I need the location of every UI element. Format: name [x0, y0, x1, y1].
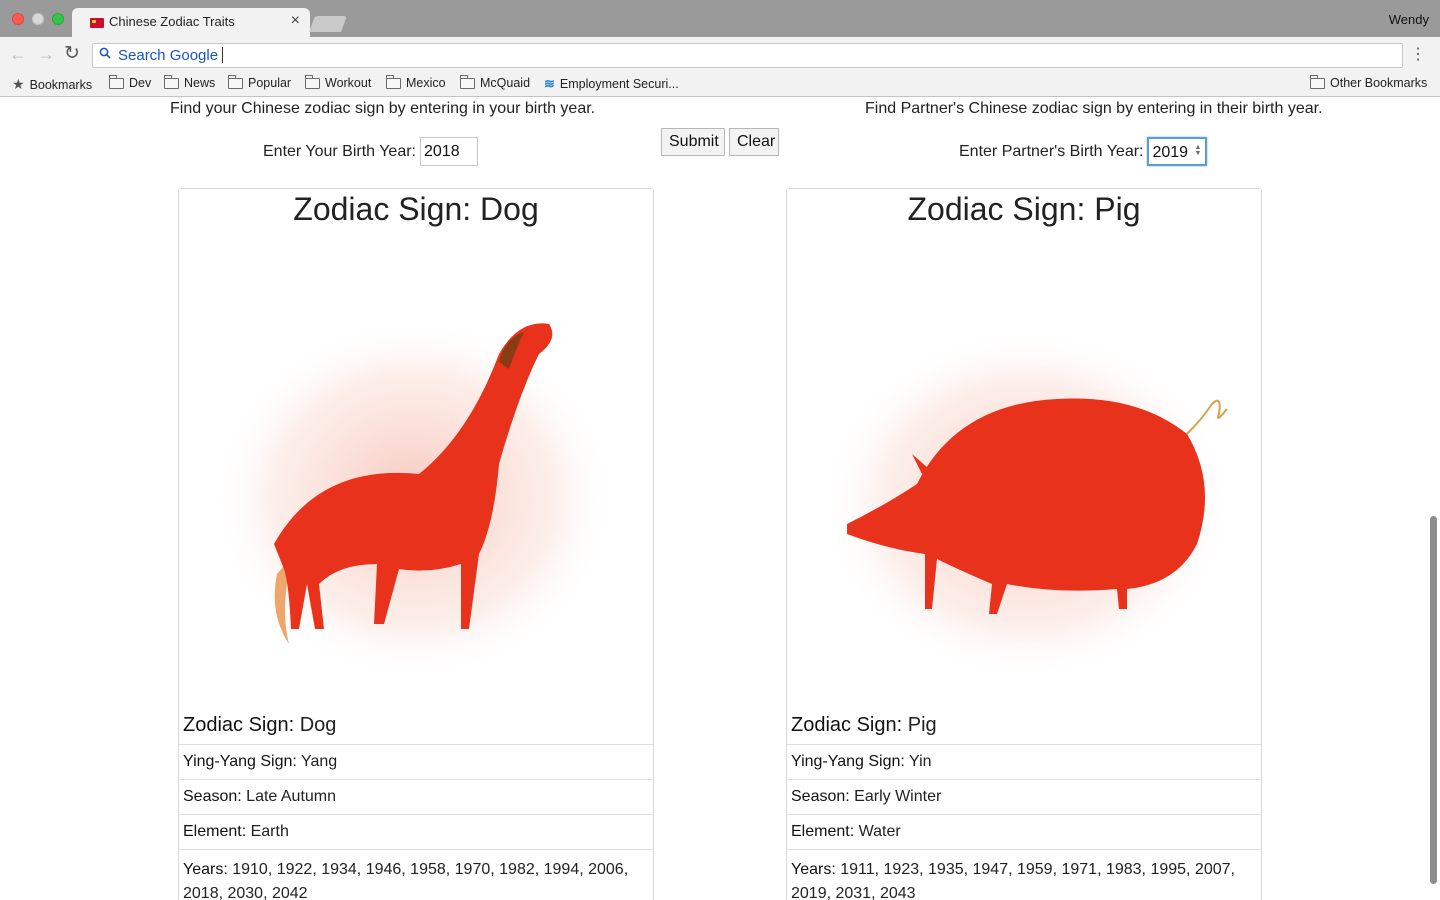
bookmark-employment[interactable]: ≋ Employment Securi... — [544, 76, 679, 92]
bookmark-dev[interactable]: Dev — [109, 74, 152, 90]
browser-titlebar: Chinese Zodiac Traits × Wendy — [0, 0, 1440, 37]
element-label: Element: — [183, 823, 247, 840]
browser-toolbar: ← → ↻ Search Google ⋮ — [0, 37, 1440, 73]
sign-row: Zodiac Sign: Pig — [787, 714, 1261, 745]
bookmark-workout[interactable]: Workout — [305, 74, 372, 90]
bookmark-label: Bookmarks — [29, 77, 93, 92]
season-label: Season: — [183, 788, 242, 805]
bookmark-label: Mexico — [406, 76, 446, 90]
bookmarks-bar: ★ Bookmarks Dev News Popular Workout Mexi… — [0, 73, 1440, 97]
bookmark-mcquaid[interactable]: McQuaid — [460, 74, 531, 90]
folder-icon — [1310, 74, 1325, 89]
number-stepper-icon[interactable]: ▲ ▼ — [1195, 144, 1202, 157]
yin-yang-row: Ying-Yang Sign: Yin — [787, 745, 1261, 780]
sign-value: Dog — [299, 714, 337, 736]
bookmark-label: Workout — [325, 76, 372, 90]
yin-yang-value: Yang — [301, 753, 338, 770]
years-label: Years: — [791, 861, 836, 878]
submit-button[interactable]: Submit — [661, 128, 725, 156]
text-caret — [222, 47, 224, 63]
partner-year-row: Enter Partner's Birth Year: 2019 ▲ ▼ — [959, 137, 1208, 166]
sign-row: Zodiac Sign: Dog — [179, 714, 653, 745]
card-title: Zodiac Sign: Pig — [907, 191, 1141, 227]
search-icon — [99, 47, 111, 59]
profile-name[interactable]: Wendy — [1389, 12, 1429, 27]
bookmark-popular[interactable]: Popular — [228, 74, 292, 90]
yin-yang-label: Ying-Yang Sign: — [791, 753, 905, 770]
sign-label: Zodiac Sign: — [791, 714, 903, 736]
bookmark-news[interactable]: News — [164, 74, 216, 90]
years-value: 1911, 1923, 1935, 1947, 1959, 1971, 1983… — [791, 861, 1235, 900]
yin-yang-label: Ying-Yang Sign: — [183, 753, 297, 770]
zodiac-card-self: Zodiac Sign: Dog Zodiac Sign: Dog Ying-Y… — [178, 188, 654, 900]
element-value: Water — [858, 823, 901, 840]
red-pig-illustration — [822, 329, 1232, 679]
self-year-row: Enter Your Birth Year: 2018 — [263, 137, 478, 166]
element-row: Element: Earth — [179, 815, 653, 850]
folder-icon — [228, 74, 243, 89]
sign-value: Pig — [907, 714, 937, 736]
window-maximize-button[interactable] — [52, 13, 64, 25]
bookmark-label: Dev — [129, 76, 152, 90]
address-bar[interactable]: Search Google — [92, 43, 1403, 68]
yin-yang-value: Yin — [909, 753, 932, 770]
page-scrollbar[interactable] — [1430, 516, 1437, 884]
partner-year-value: 2019 — [1152, 144, 1189, 161]
bookmark-bookmarks[interactable]: ★ Bookmarks — [12, 76, 92, 93]
window-minimize-button[interactable] — [32, 13, 44, 25]
page-content: Find your Chinese zodiac sign by enterin… — [0, 97, 1440, 900]
years-value: 1910, 1922, 1934, 1946, 1958, 1970, 1982… — [183, 861, 629, 900]
clear-button[interactable]: Clear — [729, 128, 779, 156]
folder-icon — [460, 74, 475, 89]
self-year-input[interactable]: 2018 — [420, 137, 478, 166]
folder-icon — [164, 74, 179, 89]
folder-icon — [109, 74, 124, 89]
browser-tab-active[interactable]: Chinese Zodiac Traits × — [72, 8, 310, 37]
years-label: Years: — [183, 861, 228, 878]
years-row: Years: 1911, 1923, 1935, 1947, 1959, 197… — [787, 850, 1261, 900]
season-row: Season: Early Winter — [787, 780, 1261, 815]
star-icon: ★ — [12, 76, 25, 92]
address-bar-text: Search Google — [118, 47, 219, 64]
folder-icon — [305, 74, 320, 89]
partner-year-input[interactable]: 2019 ▲ ▼ — [1147, 137, 1208, 166]
intro-self: Find your Chinese zodiac sign by enterin… — [170, 100, 596, 117]
tab-title: Chinese Zodiac Traits — [109, 14, 235, 29]
bookmark-other[interactable]: Other Bookmarks — [1310, 74, 1428, 90]
bookmark-label: Other Bookmarks — [1330, 76, 1428, 90]
season-row: Season: Late Autumn — [179, 780, 653, 815]
element-row: Element: Water — [787, 815, 1261, 850]
new-tab-button[interactable] — [309, 16, 347, 32]
years-row: Years: 1910, 1922, 1934, 1946, 1958, 197… — [179, 850, 653, 900]
bookmark-label: McQuaid — [480, 76, 531, 90]
element-label: Element: — [791, 823, 855, 840]
partner-year-label: Enter Partner's Birth Year: — [959, 142, 1144, 160]
bookmark-label: Employment Securi... — [559, 77, 679, 91]
forward-arrow-icon[interactable]: → — [37, 44, 55, 64]
employment-site-icon: ≋ — [544, 76, 555, 91]
element-value: Earth — [250, 823, 289, 840]
bookmark-label: Popular — [248, 76, 292, 90]
folder-icon — [386, 74, 401, 89]
kebab-menu-icon[interactable]: ⋮ — [1410, 45, 1426, 65]
sign-label: Zodiac Sign: — [183, 714, 295, 736]
season-value: Early Winter — [854, 788, 942, 805]
bookmark-label: News — [184, 76, 216, 90]
season-value: Late Autumn — [246, 788, 337, 805]
bookmark-mexico[interactable]: Mexico — [386, 74, 446, 90]
window-close-button[interactable] — [12, 13, 24, 25]
season-label: Season: — [791, 788, 850, 805]
yin-yang-row: Ying-Yang Sign: Yang — [179, 745, 653, 780]
card-title: Zodiac Sign: Dog — [293, 191, 539, 227]
red-dog-illustration — [214, 319, 614, 679]
intro-partner: Find Partner's Chinese zodiac sign by en… — [865, 100, 1323, 117]
china-flag-icon — [90, 18, 104, 28]
zodiac-card-partner: Zodiac Sign: Pig Zodiac Sign: Pig Ying-Y… — [786, 188, 1262, 900]
tab-close-icon[interactable]: × — [291, 12, 300, 30]
back-arrow-icon[interactable]: ← — [9, 44, 27, 64]
reload-icon[interactable]: ↻ — [64, 44, 80, 64]
self-year-label: Enter Your Birth Year: — [263, 142, 416, 160]
